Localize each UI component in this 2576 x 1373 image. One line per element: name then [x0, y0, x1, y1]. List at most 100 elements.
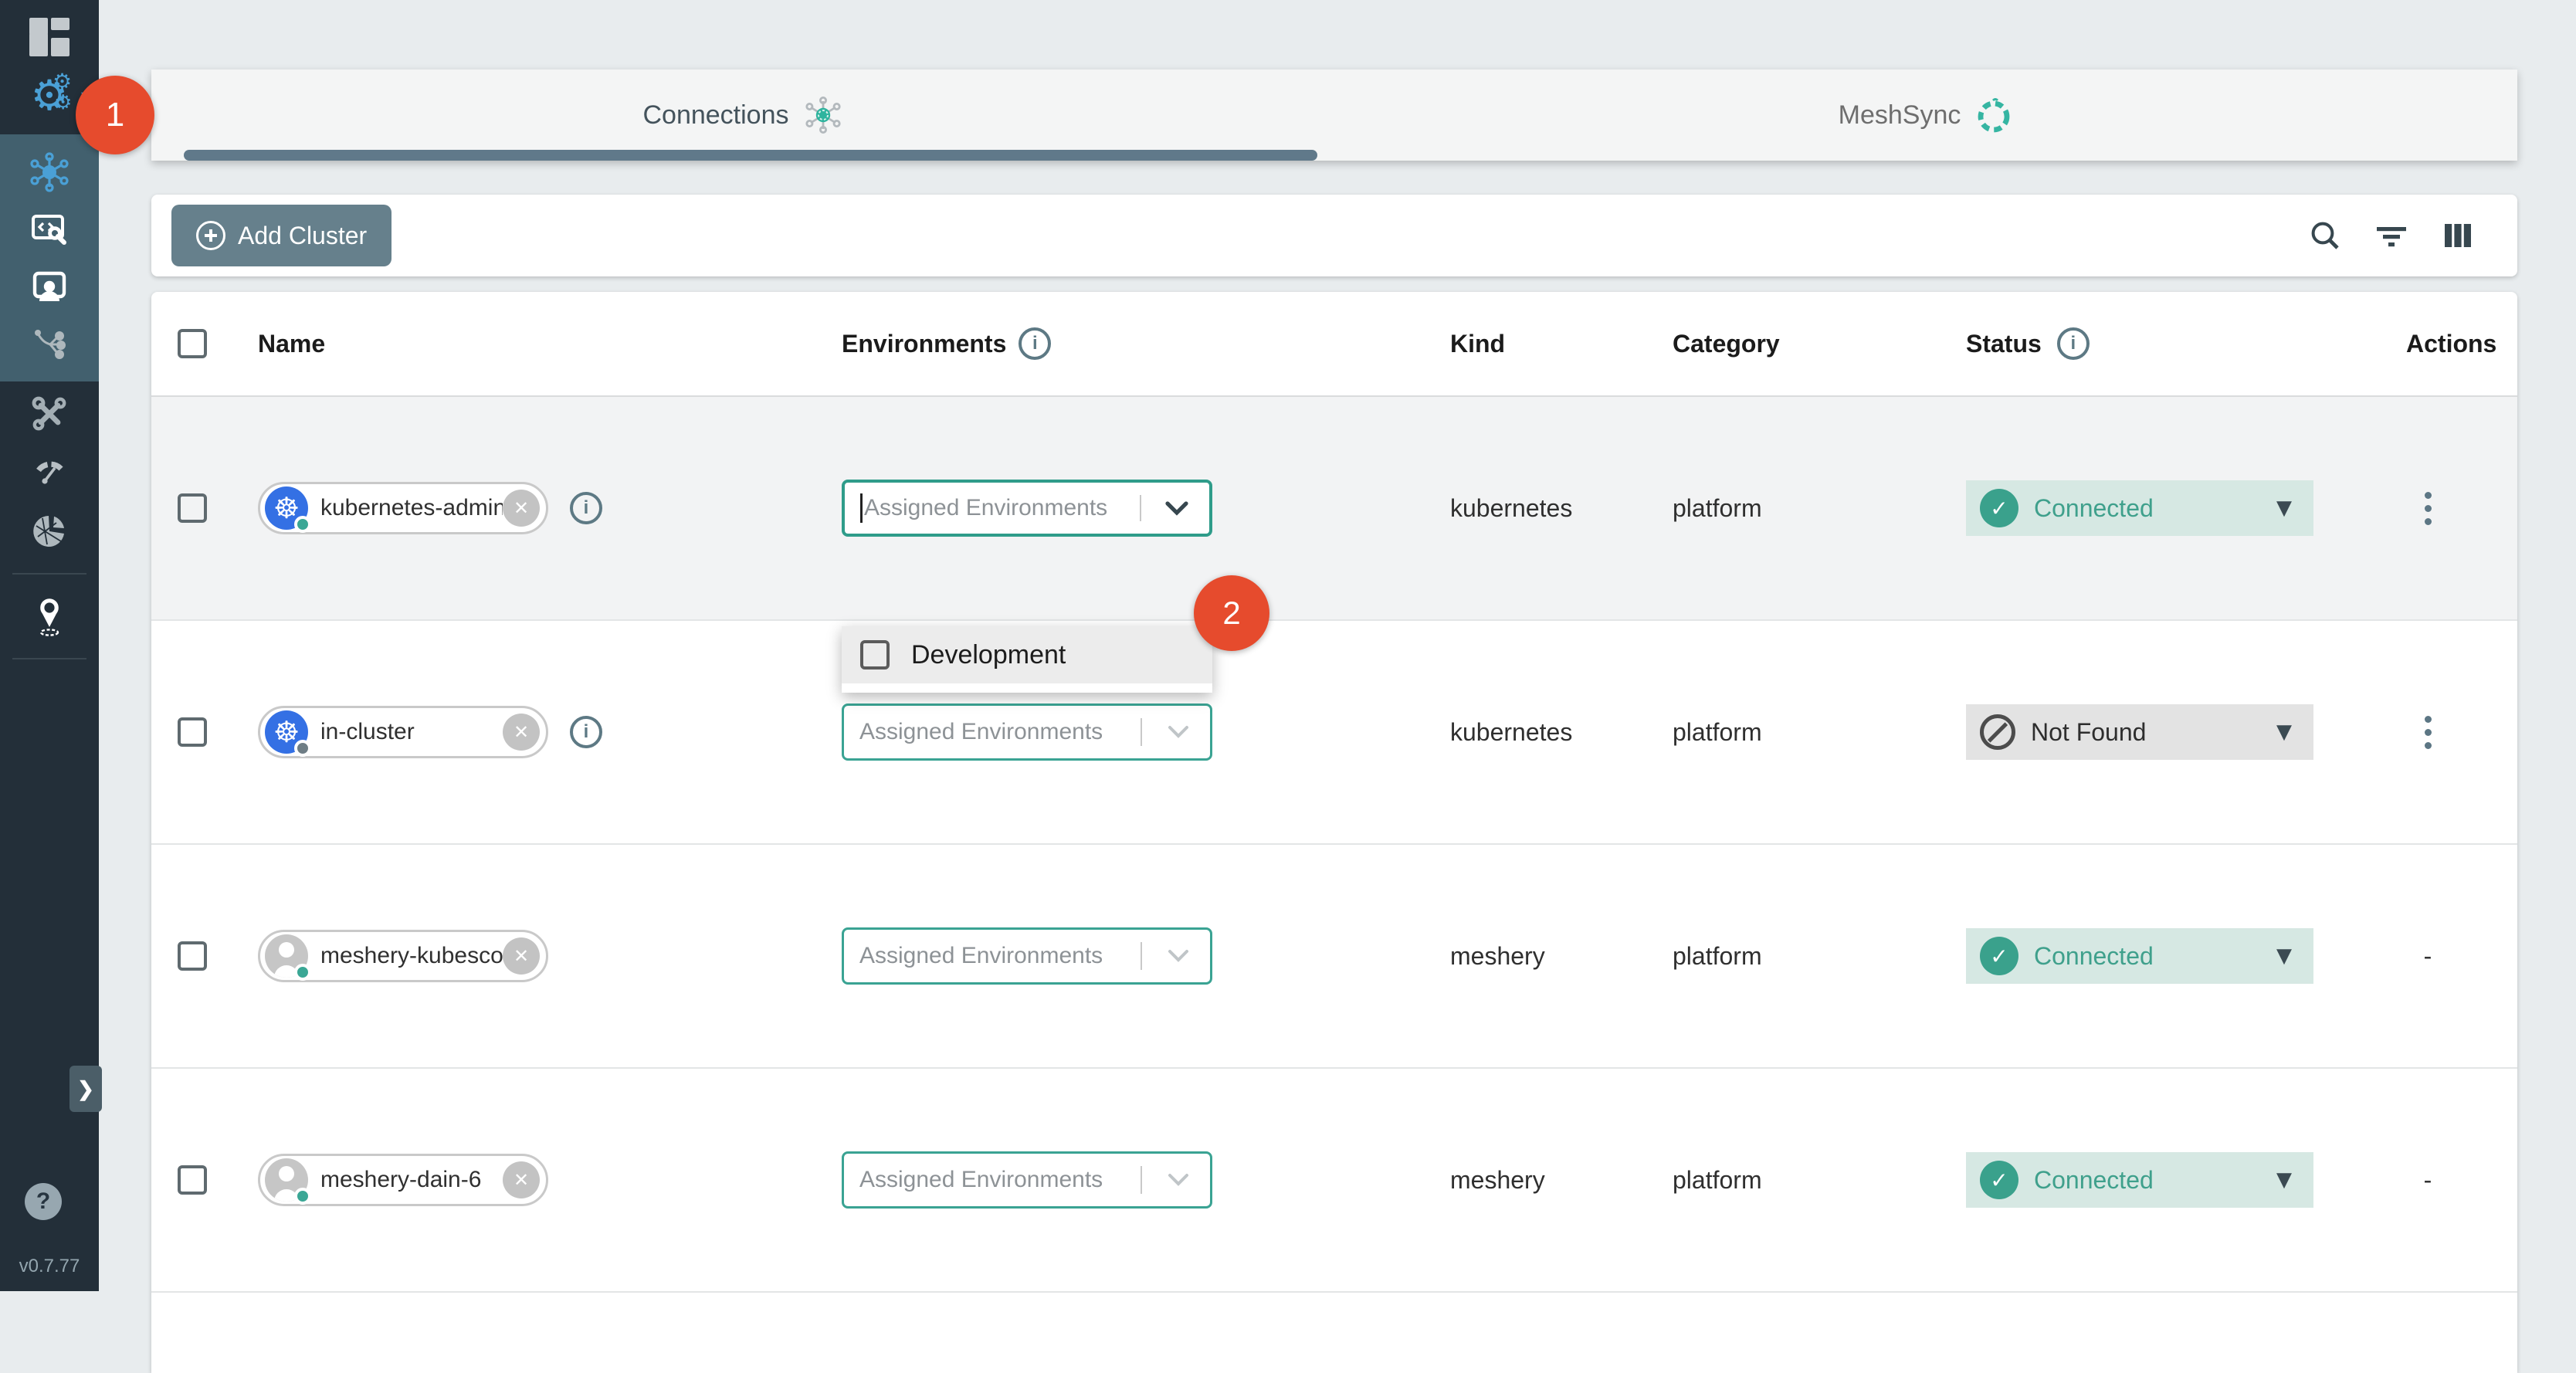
- sidebar-item-performance[interactable]: [0, 443, 99, 502]
- add-cluster-button[interactable]: Add Cluster: [171, 205, 391, 266]
- search-button[interactable]: [2307, 218, 2343, 253]
- app-version: v0.7.77: [0, 1256, 99, 1277]
- category-value: platform: [1673, 494, 1762, 522]
- connection-chip[interactable]: meshery-kubescop... ✕: [258, 930, 548, 982]
- connection-info-icon[interactable]: i: [570, 716, 602, 748]
- header-status: Status: [1966, 330, 2042, 358]
- mesh-graph-icon: [29, 323, 70, 364]
- person-screen-icon: [29, 266, 70, 307]
- row-checkbox[interactable]: [178, 1165, 207, 1195]
- option-label: Development: [911, 640, 1066, 670]
- remove-connection-icon[interactable]: ✕: [503, 1161, 540, 1198]
- map-pin-icon: [29, 594, 70, 639]
- sidebar-item-adapters[interactable]: [0, 201, 99, 258]
- tab-meshsync[interactable]: MeshSync: [1334, 69, 2517, 161]
- actions-empty: -: [2424, 1166, 2432, 1195]
- connection-name: meshery-kubescop...: [308, 943, 503, 969]
- sidebar-item-connections[interactable]: [0, 144, 99, 201]
- status-caret-icon: ▼: [2276, 720, 2292, 744]
- table-row: meshery-dain-6 ✕ Assigned Environments m…: [151, 1069, 2517, 1293]
- environments-placeholder: Assigned Environments: [859, 943, 1103, 969]
- sidebar-item-meshery-cloud[interactable]: [0, 502, 99, 561]
- connection-info-icon[interactable]: i: [570, 492, 602, 524]
- code-wrench-icon: [29, 208, 70, 250]
- status-badge[interactable]: Not Found ▼: [1966, 704, 2313, 760]
- select-chevron-icon[interactable]: [1164, 500, 1189, 516]
- kind-value: meshery: [1450, 1166, 1545, 1194]
- connection-status-dot: [294, 964, 311, 981]
- kind-value: kubernetes: [1450, 718, 1572, 746]
- select-divider: [1141, 718, 1142, 746]
- row-actions-menu-button[interactable]: [2425, 492, 2432, 525]
- dashboard-icon: [29, 18, 69, 56]
- environments-dropdown: Development: [842, 626, 1212, 693]
- select-divider: [1141, 942, 1142, 970]
- plus-icon: [196, 221, 225, 250]
- connection-name: in-cluster: [308, 719, 503, 745]
- connection-status-dot: [294, 516, 311, 533]
- select-chevron-icon[interactable]: [1167, 949, 1190, 963]
- dropdown-option-development[interactable]: Development: [842, 626, 1212, 683]
- check-circle-icon: ✓: [1980, 937, 2018, 975]
- connections-icon: [29, 151, 70, 193]
- row-checkbox[interactable]: [178, 493, 207, 523]
- filter-icon: [2374, 218, 2409, 253]
- status-caret-icon: ▼: [2276, 497, 2292, 520]
- header-kind: Kind: [1450, 330, 1505, 358]
- view-columns-button[interactable]: [2440, 218, 2476, 253]
- sidebar-divider: [12, 658, 86, 659]
- check-circle-icon: ✓: [1980, 489, 2018, 527]
- environments-placeholder: Assigned Environments: [864, 495, 1107, 521]
- environments-select[interactable]: Assigned Environments: [842, 1151, 1212, 1209]
- annotation-step-2: 2: [1194, 575, 1269, 651]
- filter-button[interactable]: [2374, 218, 2409, 253]
- sidebar-item-location[interactable]: [0, 587, 99, 646]
- select-chevron-icon[interactable]: [1167, 725, 1190, 739]
- active-tab-indicator[interactable]: [184, 150, 1317, 161]
- status-caret-icon: ▼: [2276, 944, 2292, 968]
- environments-select[interactable]: Assigned Environments: [842, 480, 1212, 537]
- sidebar-divider: [12, 573, 86, 575]
- sidebar-collapse-button[interactable]: ❯: [69, 1066, 102, 1112]
- option-checkbox[interactable]: [860, 640, 890, 670]
- environments-select[interactable]: Assigned Environments: [842, 927, 1212, 985]
- status-badge[interactable]: ✓ Connected ▼: [1966, 928, 2313, 984]
- row-actions-menu-button[interactable]: [2425, 716, 2432, 749]
- connection-status-dot: [294, 740, 311, 757]
- check-circle-icon: ✓: [1980, 1161, 2018, 1199]
- select-divider: [1141, 1166, 1142, 1194]
- connection-chip[interactable]: meshery-dain-6 ✕: [258, 1154, 548, 1206]
- help-button[interactable]: ?: [25, 1183, 62, 1220]
- sidebar-item-service-mesh[interactable]: [0, 315, 99, 372]
- category-value: platform: [1673, 718, 1762, 746]
- status-badge[interactable]: ✓ Connected ▼: [1966, 480, 2313, 536]
- row-checkbox[interactable]: [178, 941, 207, 971]
- environments-select[interactable]: Assigned Environments: [842, 703, 1212, 761]
- status-label: Connected: [2034, 494, 2154, 523]
- sidebar-item-configuration[interactable]: [0, 385, 99, 443]
- sidebar-item-remote-sessions[interactable]: [0, 258, 99, 315]
- status-badge[interactable]: ✓ Connected ▼: [1966, 1152, 2313, 1208]
- connection-name: meshery-dain-6: [308, 1167, 503, 1193]
- remove-connection-icon[interactable]: ✕: [503, 490, 540, 527]
- connection-chip[interactable]: ☸ kubernetes-admin... ✕: [258, 482, 548, 534]
- header-environments: Environments: [842, 330, 1006, 358]
- connection-name: kubernetes-admin...: [308, 495, 503, 521]
- remove-connection-icon[interactable]: ✕: [503, 937, 540, 975]
- status-label: Connected: [2034, 1166, 2154, 1195]
- tab-connections-label: Connections: [642, 100, 788, 131]
- actions-empty: -: [2424, 942, 2432, 971]
- sidebar-item-dashboard[interactable]: [0, 9, 99, 65]
- environments-info-icon[interactable]: i: [1019, 327, 1051, 360]
- select-divider: [1140, 495, 1141, 521]
- connection-chip[interactable]: ☸ in-cluster ✕: [258, 706, 548, 758]
- sidebar-lifecycle-submenu: [0, 134, 99, 381]
- select-chevron-icon[interactable]: [1167, 1173, 1190, 1187]
- row-checkbox[interactable]: [178, 717, 207, 747]
- select-all-checkbox[interactable]: [178, 329, 207, 358]
- remove-connection-icon[interactable]: ✕: [503, 714, 540, 751]
- status-info-icon[interactable]: i: [2057, 327, 2090, 360]
- tab-connections[interactable]: Connections: [151, 69, 1334, 161]
- header-actions: Actions: [2406, 330, 2496, 358]
- sidebar: ⚙ ⚙ ⚙ ▾: [0, 0, 99, 1291]
